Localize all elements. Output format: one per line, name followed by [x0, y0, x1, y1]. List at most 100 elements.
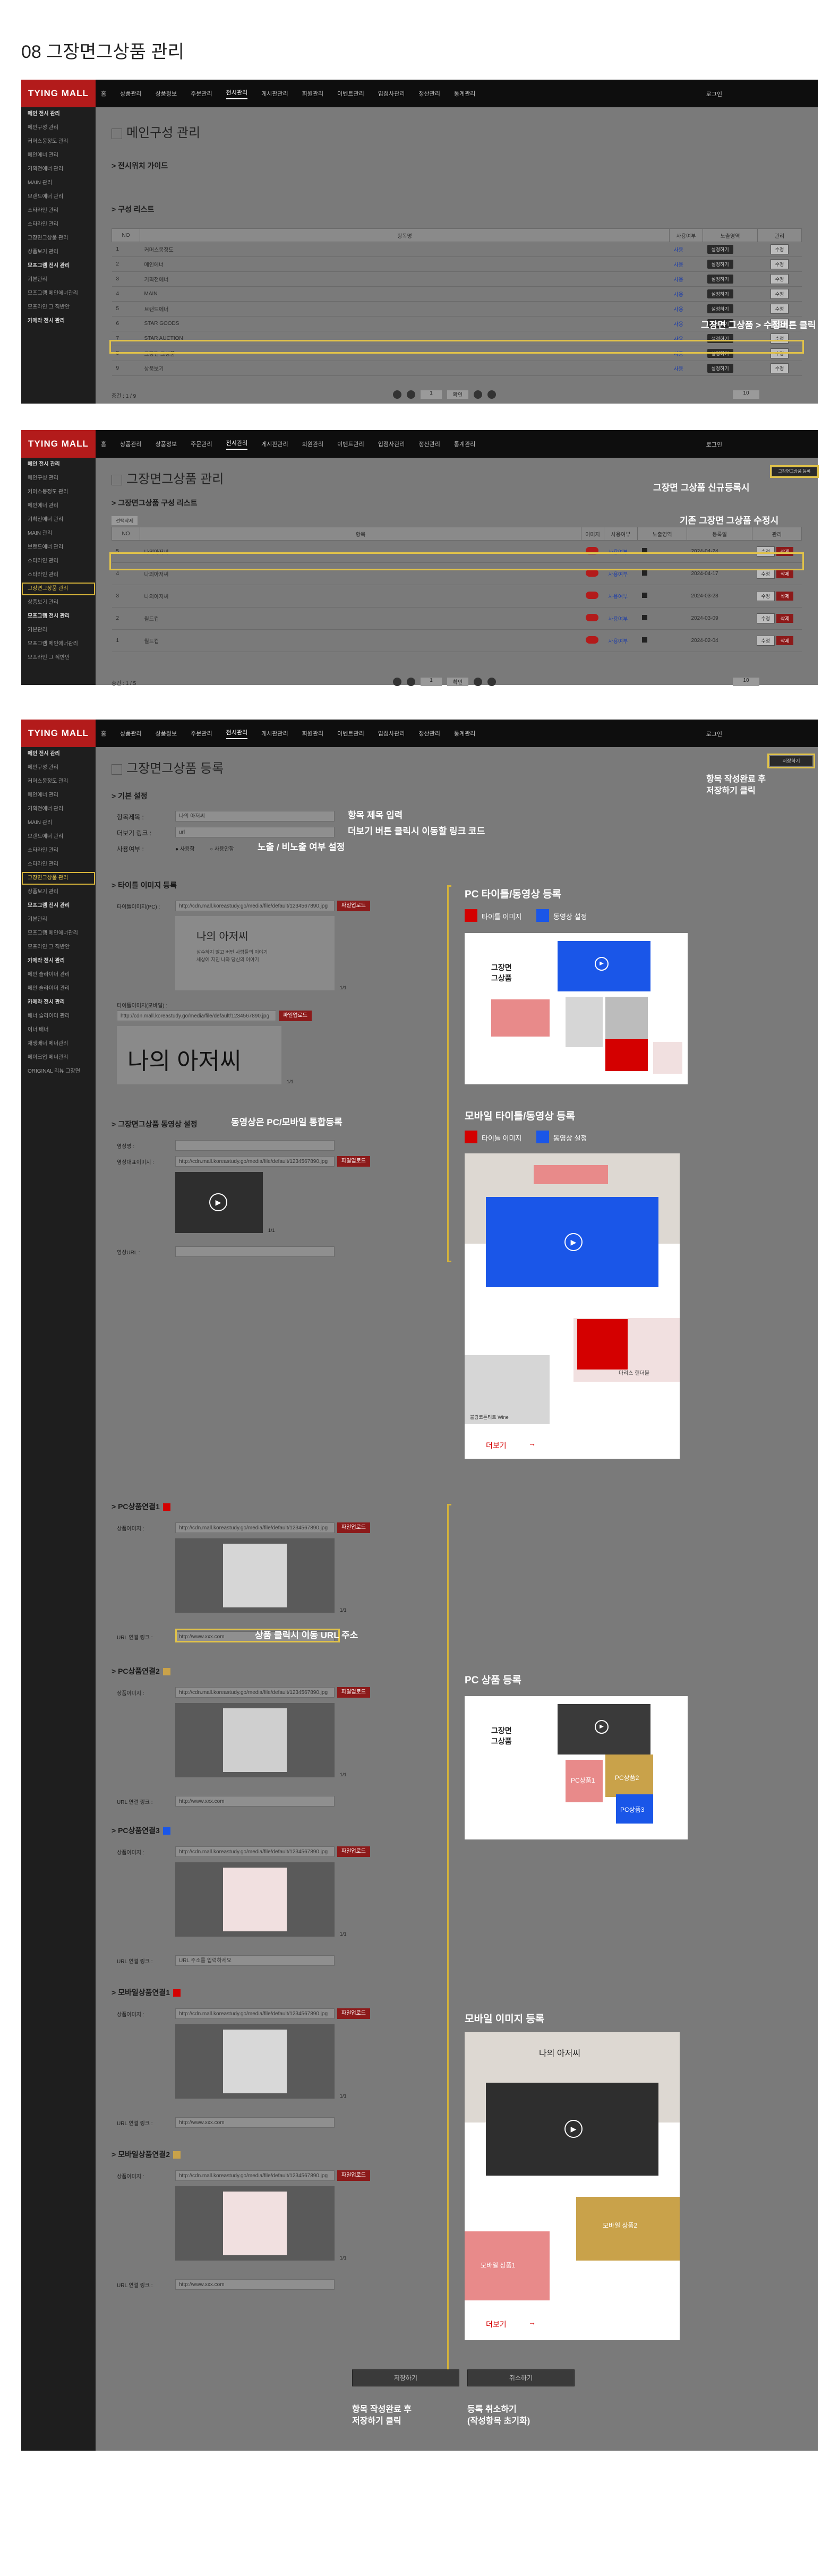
sidebar-item[interactable]: 커머스몽정도 관리 — [21, 775, 96, 789]
edit-button[interactable]: 수정 — [770, 304, 789, 314]
sidebar-item[interactable]: 스타라인 관리 — [21, 568, 96, 582]
video-thumb-upload-button[interactable]: 파일업로드 — [337, 1156, 370, 1167]
logo[interactable]: TYING MALL — [21, 720, 96, 747]
edit-button[interactable]: 수정 — [770, 363, 789, 373]
sidebar-item[interactable]: 모프그램 메인에너관리 — [21, 927, 96, 940]
sidebar-item[interactable]: 스타라인 관리 — [21, 554, 96, 568]
sidebar-item[interactable]: 메인 전시 관리 — [21, 747, 96, 761]
radio-show[interactable]: ● 사용함 — [175, 844, 194, 852]
nav-item[interactable]: 정산관리 — [418, 729, 440, 738]
play-icon[interactable]: ▶ — [209, 1193, 227, 1211]
logo[interactable]: TYING MALL — [21, 80, 96, 107]
sidebar-item[interactable]: 기획전에너 관리 — [21, 162, 96, 176]
login-link[interactable]: 로그인 — [706, 90, 722, 98]
video-thumb-url[interactable]: http://cdn.mall.koreastudy.go/media/file… — [175, 1156, 335, 1167]
nav-item[interactable]: 주문관리 — [191, 729, 212, 738]
login-link[interactable]: 로그인 — [706, 730, 722, 738]
sidebar-item[interactable]: 메인 슬라이더 관리 — [21, 968, 96, 982]
prod-upload-button[interactable]: 파일업로드 — [337, 1846, 370, 1857]
sidebar-item[interactable]: 상품보기 관리 — [21, 596, 96, 610]
prod-upload-button[interactable]: 파일업로드 — [337, 2170, 370, 2181]
prod-url-input[interactable]: http://www.xxx.com — [175, 1796, 335, 1807]
mo-title-upload-button[interactable]: 파일업로드 — [279, 1011, 312, 1021]
page-size-select[interactable]: 10 — [733, 390, 759, 399]
sidebar-item[interactable]: 브랜드에너 관리 — [21, 541, 96, 554]
nav-item[interactable]: 정산관리 — [418, 89, 440, 98]
nav-item[interactable]: 회원관리 — [302, 729, 323, 738]
pc-title-upload-button[interactable]: 파일업로드 — [337, 901, 370, 911]
edit-button[interactable]: 수정 — [770, 259, 789, 269]
sidebar-item[interactable]: MAIN 관리 — [21, 176, 96, 190]
sidebar-item[interactable]: 재생배너 메너관리 — [21, 1037, 96, 1051]
sidebar-item[interactable]: 커머스몽정도 관리 — [21, 485, 96, 499]
sidebar-item[interactable]: MAIN 관리 — [21, 816, 96, 830]
delete-selected-button[interactable]: 선택삭제 — [112, 516, 138, 525]
sidebar-item[interactable]: ORIGINAL 리뷰 그장면 — [21, 1065, 96, 1079]
edit-button[interactable]: 수정 — [770, 274, 789, 284]
prod-upload-button[interactable]: 파일업로드 — [337, 2008, 370, 2019]
sidebar-item[interactable]: 모프라인 그 직반안 — [21, 651, 96, 665]
next-page-icon[interactable] — [474, 390, 482, 399]
sidebar-item[interactable]: 브랜드에너 관리 — [21, 830, 96, 844]
page-go-button[interactable]: 확인 — [447, 390, 468, 399]
nav-item[interactable]: 입점사관리 — [378, 729, 405, 738]
pc-title-url[interactable]: http://cdn.mall.koreastudy.go/media/file… — [175, 901, 335, 911]
sidebar-item[interactable]: 기획전에너 관리 — [21, 802, 96, 816]
prod-img-url[interactable]: http://cdn.mall.koreastudy.go/media/file… — [175, 2008, 335, 2019]
area-setting-button[interactable]: 설정하기 — [707, 289, 733, 298]
sidebar-item[interactable]: 기본관리 — [21, 273, 96, 287]
nav-item[interactable]: 입점사관리 — [378, 440, 405, 448]
prev-page-icon[interactable] — [407, 678, 415, 686]
nav-item[interactable]: 상품관리 — [120, 440, 141, 448]
login-link[interactable]: 로그인 — [706, 440, 722, 449]
nav-item[interactable]: 입점사관리 — [378, 89, 405, 98]
logo[interactable]: TYING MALL — [21, 430, 96, 458]
first-page-icon[interactable] — [393, 390, 401, 399]
delete-button[interactable]: 삭제 — [776, 636, 794, 645]
nav-item[interactable]: 게시판관리 — [261, 729, 288, 738]
sidebar-item[interactable]: 메인 슬라이더 관리 — [21, 982, 96, 996]
nav-item[interactable]: 상품관리 — [120, 729, 141, 738]
sidebar-item[interactable]: 커머스몽정도 관리 — [21, 135, 96, 149]
save-top-button[interactable]: 저장하기 — [770, 756, 812, 766]
nav-item[interactable]: 통계관리 — [454, 440, 475, 448]
sidebar-item[interactable]: 상품보기 관리 — [21, 245, 96, 259]
nav-item[interactable]: 전시관리 — [226, 88, 248, 99]
last-page-icon[interactable] — [487, 678, 496, 686]
nav-item[interactable]: 홈 — [101, 440, 106, 448]
sidebar-item[interactable]: 스타라인 관리 — [21, 218, 96, 232]
nav-item[interactable]: 주문관리 — [191, 89, 212, 98]
delete-button[interactable]: 삭제 — [776, 569, 794, 578]
prod-url-input[interactable]: http://www.xxx.com — [175, 2117, 335, 2128]
sidebar-item[interactable]: 메인에너 관리 — [21, 789, 96, 802]
sidebar-item[interactable]: 기본관리 — [21, 623, 96, 637]
sidebar-item[interactable]: 메인구성 관리 — [21, 761, 96, 775]
prod-upload-button[interactable]: 파일업로드 — [337, 1687, 370, 1698]
sidebar-item[interactable]: 그장면그상품 관리 — [21, 871, 96, 885]
nav-item[interactable]: 회원관리 — [302, 440, 323, 448]
page-go-button[interactable]: 확인 — [447, 678, 468, 686]
sidebar-item[interactable]: 메이크업 메너관리 — [21, 1051, 96, 1065]
prod-upload-button[interactable]: 파일업로드 — [337, 1522, 370, 1533]
radio-hide[interactable]: ○ 사용안함 — [210, 844, 234, 852]
sidebar-item[interactable]: 그장면그상품 관리 — [21, 232, 96, 245]
sidebar-item[interactable]: 메인구성 관리 — [21, 472, 96, 485]
sidebar-item[interactable]: 모프그램 전시 관리 — [21, 610, 96, 623]
nav-item[interactable]: 이벤트관리 — [337, 440, 364, 448]
new-scene-button[interactable]: 그장면그상품 등록 — [772, 467, 817, 476]
nav-item[interactable]: 전시관리 — [226, 728, 248, 739]
video-title-input[interactable] — [175, 1140, 335, 1151]
page-size-select[interactable]: 10 — [733, 678, 759, 686]
prod-url-input[interactable]: URL 주소를 입력하세요 — [175, 1955, 335, 1966]
nav-item[interactable]: 상품정보 — [156, 729, 177, 738]
prod-url-input[interactable]: http://www.xxx.com — [175, 2279, 335, 2290]
sidebar-item[interactable]: 스타라인 관리 — [21, 204, 96, 218]
nav-item[interactable]: 홈 — [101, 89, 106, 98]
sidebar-item[interactable]: 배너 슬라이더 관리 — [21, 1009, 96, 1023]
nav-item[interactable]: 전시관리 — [226, 439, 248, 450]
sidebar-item[interactable]: 그장면그상품 관리 — [21, 582, 96, 596]
nav-item[interactable]: 통계관리 — [454, 729, 475, 738]
last-page-icon[interactable] — [487, 390, 496, 399]
nav-item[interactable]: 상품정보 — [156, 440, 177, 448]
nav-item[interactable]: 회원관리 — [302, 89, 323, 98]
